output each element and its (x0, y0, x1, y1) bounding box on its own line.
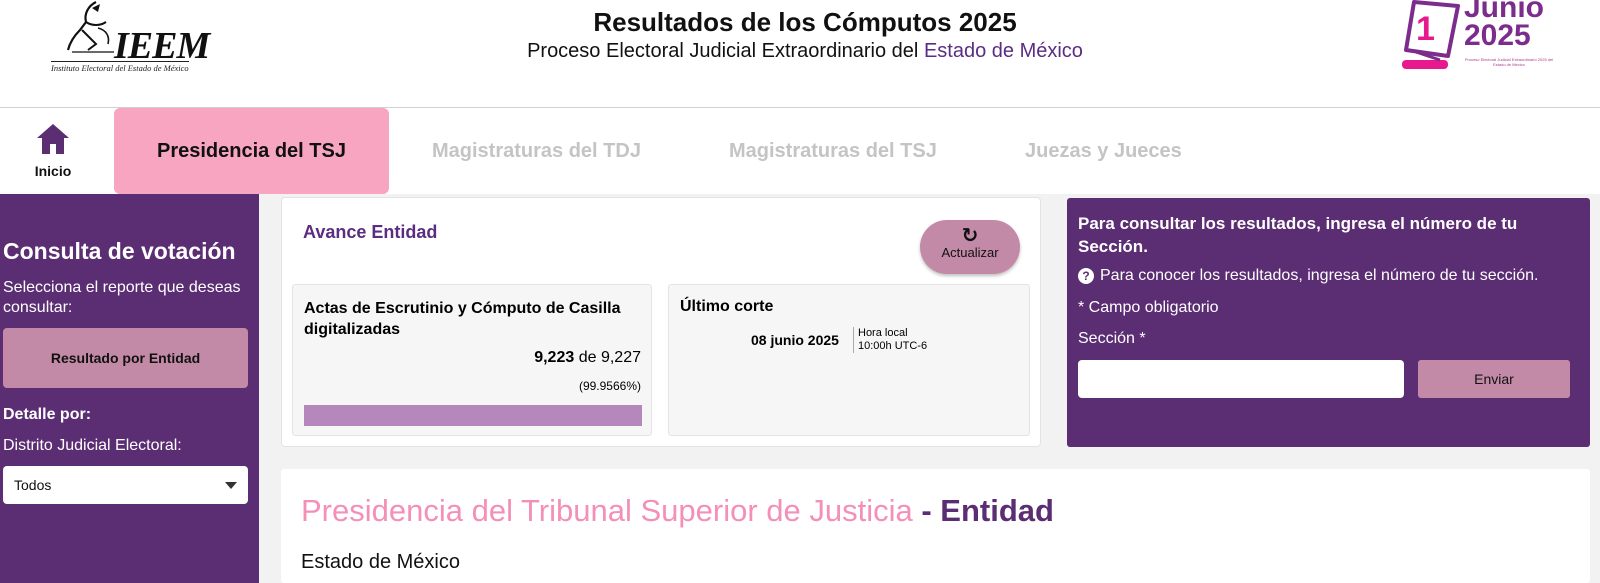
page-subtitle-accent: Estado de México (923, 40, 1083, 62)
corte-time-value: 10:00h UTC-6 (858, 340, 928, 352)
results-title-suffix: - Entidad (921, 493, 1054, 528)
corte-time: Hora local 10:00h UTC-6 (853, 327, 927, 353)
header: IEEM Instituto Electoral del Estado de M… (0, 0, 1600, 108)
sidebar-description: Selecciona el reporte que deseas consult… (3, 279, 241, 316)
logo-day-number: 1 (1416, 10, 1435, 48)
page-title: Resultados de los Cómputos 2025 (593, 7, 1017, 37)
caret-down-icon (225, 481, 237, 489)
ballot-box-icon: 1 (1402, 0, 1460, 69)
nav-home[interactable]: Inicio (28, 122, 78, 179)
tab-juezas-jueces[interactable]: Juezas y Jueces (1025, 108, 1182, 194)
sidebar: Consulta de votación Selecciona el repor… (0, 194, 259, 583)
nav-home-label: Inicio (34, 163, 72, 179)
district-select-value: Todos (14, 477, 52, 493)
corte-date: 08 junio 2025 (751, 332, 839, 348)
logo-date-text: Junio 2025 (1464, 0, 1544, 52)
send-button[interactable]: Enviar (1418, 360, 1570, 398)
tab-magistraturas-tsj[interactable]: Magistraturas del TSJ (729, 108, 937, 194)
actas-count: 9,223 de 9,227 (534, 349, 641, 367)
corte-time-label: Hora local (858, 327, 908, 339)
actas-box: Actas de Escrutinio y Cómputo de Casilla… (292, 284, 652, 436)
home-icon (37, 124, 69, 154)
ultimo-corte-box: Último corte 08 junio 2025 Hora local 10… (668, 284, 1030, 436)
actas-count-connector: de (578, 349, 597, 366)
page-subtitle: Proceso Electoral Judicial Extraordinari… (0, 38, 1600, 64)
title-block: Resultados de los Cómputos 2025 Proceso … (0, 6, 1600, 64)
corte-title: Último corte (680, 298, 774, 315)
main-nav: Inicio Presidencia del TSJ Magistraturas… (0, 108, 1600, 194)
actas-count-total: 9,227 (600, 349, 641, 366)
section-input[interactable] (1078, 360, 1404, 398)
avance-entidad-card: Avance Entidad ↻ Actualizar Actas de Esc… (281, 197, 1041, 447)
consulta-seccion-panel: Para consultar los resultados, ingresa e… (1067, 198, 1590, 447)
results-section: Presidencia del Tribunal Superior de Jus… (281, 469, 1590, 583)
section-label: Sección * (1078, 330, 1146, 347)
results-subtitle: Estado de México (301, 551, 460, 573)
actas-title: Actas de Escrutinio y Cómputo de Casilla… (304, 300, 621, 338)
detail-label: Detalle por: (3, 406, 92, 423)
consulta-help-text: Para conocer los resultados, ingresa el … (1100, 267, 1539, 284)
refresh-button[interactable]: ↻ Actualizar (920, 220, 1020, 274)
junio-2025-logo: 1 Junio 2025 Proceso Electoral Judicial … (1400, 0, 1560, 75)
refresh-icon: ↻ (961, 225, 979, 247)
page-subtitle-prefix: Proceso Electoral Judicial Extraordinari… (527, 40, 919, 62)
actas-percent: (99.9566%) (578, 379, 641, 393)
results-title-main: Presidencia del Tribunal Superior de Jus… (301, 493, 913, 528)
sidebar-title: Consulta de votación (3, 238, 236, 264)
question-circle-icon: ? (1078, 268, 1094, 284)
tab-magistraturas-tdj[interactable]: Magistraturas del TDJ (432, 108, 641, 194)
actas-progress-fill (304, 405, 642, 426)
actas-count-value: 9,223 (534, 349, 575, 366)
consulta-title: Para consultar los resultados, ingresa e… (1078, 214, 1518, 256)
consulta-help: ? Para conocer los resultados, ingresa e… (1078, 267, 1538, 285)
logo-small-text: Proceso Electoral Judicial Extraordinari… (1464, 57, 1554, 67)
refresh-label: Actualizar (941, 245, 999, 260)
avance-title: Avance Entidad (303, 222, 438, 242)
district-select[interactable]: Todos (3, 466, 248, 504)
tab-presidencia-tsj[interactable]: Presidencia del TSJ (114, 108, 389, 194)
logo-year: 2025 (1464, 19, 1531, 52)
actas-progress-bar (304, 405, 642, 426)
results-title: Presidencia del Tribunal Superior de Jus… (301, 491, 1054, 531)
district-label: Distrito Judicial Electoral: (3, 437, 182, 454)
report-entidad-button[interactable]: Resultado por Entidad (3, 328, 248, 388)
required-note: * Campo obligatorio (1078, 299, 1219, 316)
